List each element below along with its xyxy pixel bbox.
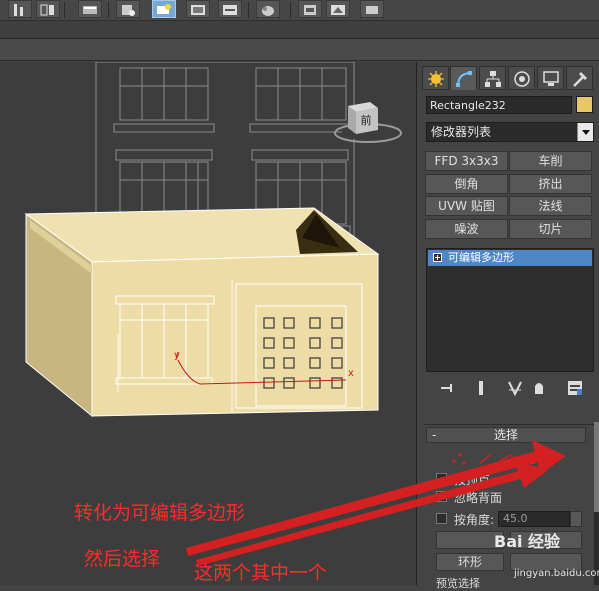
expand-icon[interactable]: [433, 253, 442, 262]
selection-rollout-header[interactable]: - 选择: [426, 427, 586, 443]
ignore-backfacing-label: 忽略背面: [454, 491, 503, 505]
effects-icon[interactable]: [326, 0, 350, 18]
normal-button[interactable]: 法线: [509, 196, 592, 216]
noise-button[interactable]: 噪波: [425, 219, 508, 239]
polygon-icon: [524, 454, 535, 464]
command-panel-scrollbar[interactable]: [594, 422, 599, 585]
stack-toolbar: [426, 378, 594, 400]
uvw-map-button[interactable]: UVW 贴图: [425, 196, 508, 216]
scene-drawing: [24, 62, 402, 418]
modifier-list-dropdown[interactable]: 修改器列表: [426, 122, 594, 142]
stack-item-label: 可编辑多边形: [448, 251, 514, 264]
motion-icon[interactable]: [508, 66, 535, 90]
command-panel-tabs: [422, 66, 596, 90]
command-panel: Rectangle232 修改器列表 FFD 3x3x3 车削 倒角 挤出 UV…: [418, 62, 599, 590]
make-unique-icon[interactable]: [504, 378, 526, 398]
slice-button[interactable]: 切片: [509, 219, 592, 239]
display-icon[interactable]: [537, 66, 564, 90]
align-icon[interactable]: [8, 0, 32, 18]
spinner-arrows-icon[interactable]: [570, 511, 582, 527]
selected-object-box: [24, 207, 380, 418]
material-editor-icon[interactable]: [152, 0, 176, 18]
modify-icon[interactable]: [450, 66, 477, 90]
shrink-button[interactable]: [436, 531, 504, 549]
gizmo-x-axis-label: x: [348, 368, 354, 379]
create-icon[interactable]: [422, 66, 449, 90]
render-setup-icon[interactable]: [116, 0, 140, 18]
render-frame-icon[interactable]: [186, 0, 210, 18]
preview-selection-label: 预览选择: [436, 577, 480, 590]
environment-icon[interactable]: [298, 0, 322, 18]
utilities-icon[interactable]: [566, 66, 593, 90]
teapot-icon[interactable]: [256, 0, 280, 18]
gizmo-y-axis-label: y: [174, 350, 180, 361]
collapse-icon[interactable]: -: [432, 428, 436, 442]
selection-rollout-title: 选择: [493, 428, 518, 442]
modifier-list-label: 修改器列表: [431, 125, 492, 139]
show-end-result-icon[interactable]: [470, 378, 492, 398]
ignore-backfacing-checkbox[interactable]: [436, 491, 447, 502]
by-angle-checkbox[interactable]: [436, 513, 447, 524]
perspective-viewport[interactable]: 前 y x: [0, 62, 417, 585]
configure-icon[interactable]: [564, 378, 586, 398]
ring-button[interactable]: 环形: [436, 553, 504, 571]
vertex-icon: [452, 453, 466, 465]
render-icon[interactable]: [218, 0, 242, 18]
ribbon-strip: [0, 21, 599, 39]
layer-icon[interactable]: [36, 0, 60, 18]
bevel-button[interactable]: 倒角: [425, 174, 508, 194]
angle-threshold-field[interactable]: 45.0: [498, 511, 570, 527]
chevron-down-icon[interactable]: [577, 123, 593, 141]
schematic-icon[interactable]: [78, 0, 102, 18]
extrude-button[interactable]: 挤出: [509, 174, 592, 194]
subobject-level-icons: [424, 449, 594, 469]
selection-rollout: - 选择 按顶点 忽略背面 按角度: 45.0 环形 预览选择: [424, 424, 594, 590]
by-vertex-checkbox[interactable]: [436, 473, 447, 484]
video-post-icon[interactable]: [360, 0, 384, 18]
object-color-swatch[interactable]: [576, 96, 593, 113]
by-angle-label: 按角度:: [454, 513, 495, 527]
edge-icon: [479, 454, 491, 464]
pin-stack-icon[interactable]: [436, 378, 458, 398]
viewcube-front-label[interactable]: 前: [355, 112, 377, 128]
stack-item-editable-poly[interactable]: 可编辑多边形: [428, 250, 592, 266]
grow-button[interactable]: [510, 531, 582, 549]
element-icon: [541, 452, 557, 467]
hierarchy-icon[interactable]: [479, 66, 506, 90]
lathe-button[interactable]: 车削: [509, 151, 592, 171]
loop-button[interactable]: [510, 553, 582, 571]
ffd-button[interactable]: FFD 3x3x3: [425, 151, 508, 171]
object-name-field[interactable]: Rectangle232: [426, 96, 572, 114]
main-toolbar: [0, 0, 599, 21]
remove-modifier-icon[interactable]: [528, 378, 550, 398]
by-vertex-label: 按顶点: [454, 473, 491, 487]
modifier-stack: 可编辑多边形: [426, 248, 594, 372]
viewport-label-bar: [0, 39, 599, 61]
border-icon: [499, 454, 519, 462]
